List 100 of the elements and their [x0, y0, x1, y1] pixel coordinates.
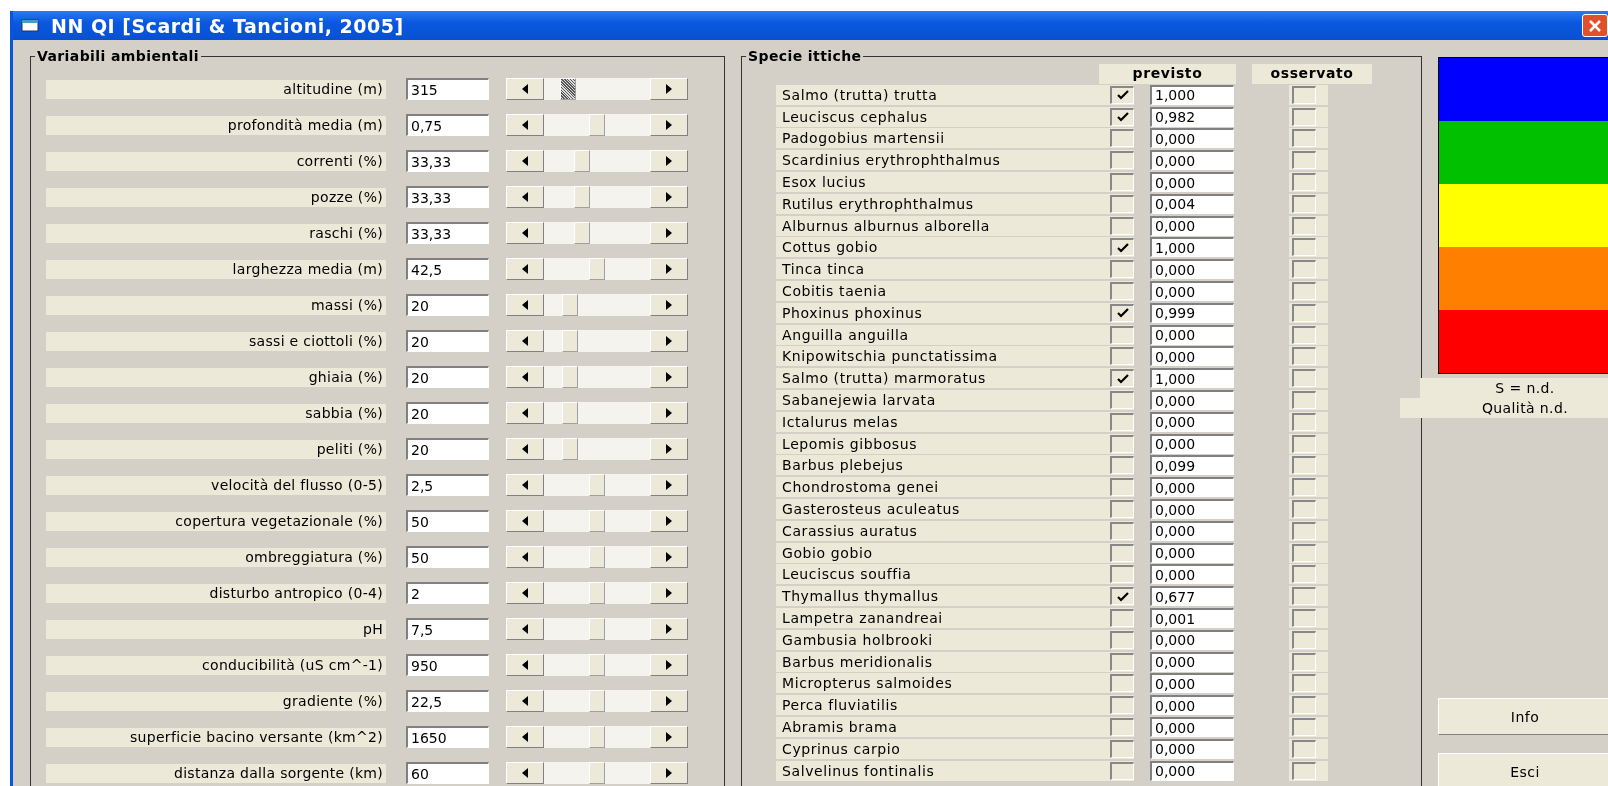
- probability-field[interactable]: 0,000: [1150, 738, 1234, 759]
- value-field[interactable]: 950: [406, 654, 489, 676]
- predicted-checkbox[interactable]: [1110, 718, 1134, 736]
- scroll-thumb[interactable]: [560, 78, 577, 100]
- scroll-right-button[interactable]: [650, 582, 688, 604]
- predicted-checkbox[interactable]: [1110, 260, 1134, 279]
- observed-checkbox[interactable]: [1292, 543, 1316, 562]
- scroll-bar[interactable]: [506, 150, 688, 172]
- observed-checkbox[interactable]: [1292, 107, 1316, 126]
- observed-checkbox[interactable]: [1292, 674, 1316, 693]
- scroll-thumb[interactable]: [589, 654, 605, 676]
- scroll-right-button[interactable]: [650, 618, 688, 640]
- scroll-bar[interactable]: [506, 510, 688, 532]
- value-field[interactable]: 20: [406, 366, 489, 388]
- predicted-checkbox[interactable]: [1110, 521, 1134, 540]
- scroll-thumb[interactable]: [589, 690, 605, 712]
- scroll-right-button[interactable]: [650, 474, 688, 496]
- probability-field[interactable]: 0,000: [1150, 281, 1234, 302]
- probability-field[interactable]: 1,000: [1150, 237, 1234, 258]
- scroll-bar[interactable]: [506, 186, 688, 208]
- observed-checkbox[interactable]: [1292, 412, 1316, 431]
- probability-field[interactable]: 0,000: [1150, 128, 1234, 149]
- predicted-checkbox[interactable]: [1110, 761, 1134, 780]
- probability-field[interactable]: 1,000: [1150, 368, 1234, 389]
- scroll-bar[interactable]: [506, 690, 688, 712]
- observed-checkbox[interactable]: [1292, 369, 1316, 388]
- scroll-right-button[interactable]: [650, 186, 688, 208]
- scroll-right-button[interactable]: [650, 438, 688, 460]
- scroll-left-button[interactable]: [506, 222, 544, 244]
- scroll-left-button[interactable]: [506, 294, 544, 316]
- scroll-thumb[interactable]: [562, 402, 578, 424]
- probability-field[interactable]: 0,000: [1150, 629, 1234, 650]
- scroll-bar[interactable]: [506, 762, 688, 784]
- value-field[interactable]: 33,33: [406, 222, 489, 244]
- scroll-left-button[interactable]: [506, 366, 544, 388]
- scroll-bar[interactable]: [506, 78, 688, 100]
- observed-checkbox[interactable]: [1292, 194, 1316, 213]
- value-field[interactable]: 315: [406, 78, 489, 100]
- scroll-bar[interactable]: [506, 618, 688, 640]
- scroll-right-button[interactable]: [650, 258, 688, 280]
- scroll-right-button[interactable]: [650, 402, 688, 424]
- predicted-checkbox[interactable]: [1110, 456, 1134, 475]
- observed-checkbox[interactable]: [1292, 173, 1316, 192]
- probability-field[interactable]: 0,000: [1150, 215, 1234, 236]
- value-field[interactable]: 22,5: [406, 690, 489, 712]
- scroll-thumb[interactable]: [589, 726, 605, 748]
- value-field[interactable]: 2,5: [406, 474, 489, 496]
- predicted-checkbox[interactable]: [1110, 303, 1134, 322]
- predicted-checkbox[interactable]: [1110, 500, 1134, 519]
- value-field[interactable]: 20: [406, 294, 489, 316]
- scroll-bar[interactable]: [506, 582, 688, 604]
- predicted-checkbox[interactable]: [1110, 369, 1134, 388]
- observed-checkbox[interactable]: [1292, 129, 1316, 148]
- scroll-bar[interactable]: [506, 366, 688, 388]
- predicted-checkbox[interactable]: [1110, 194, 1134, 213]
- scroll-thumb[interactable]: [589, 582, 605, 604]
- scroll-thumb[interactable]: [589, 546, 605, 568]
- scroll-thumb[interactable]: [589, 618, 605, 640]
- scroll-bar[interactable]: [506, 438, 688, 460]
- observed-checkbox[interactable]: [1292, 609, 1316, 627]
- scroll-right-button[interactable]: [650, 222, 688, 244]
- probability-field[interactable]: 0,677: [1150, 586, 1234, 607]
- predicted-checkbox[interactable]: [1110, 151, 1134, 170]
- value-field[interactable]: 60: [406, 762, 489, 784]
- probability-field[interactable]: 0,000: [1150, 324, 1234, 345]
- probability-field[interactable]: 0,982: [1150, 106, 1234, 127]
- observed-checkbox[interactable]: [1292, 347, 1316, 366]
- predicted-checkbox[interactable]: [1110, 412, 1134, 431]
- scroll-right-button[interactable]: [650, 726, 688, 748]
- scroll-right-button[interactable]: [650, 114, 688, 136]
- probability-field[interactable]: 0,000: [1150, 695, 1234, 716]
- scroll-bar[interactable]: [506, 546, 688, 568]
- observed-checkbox[interactable]: [1292, 282, 1316, 301]
- observed-checkbox[interactable]: [1292, 85, 1316, 104]
- scroll-left-button[interactable]: [506, 582, 544, 604]
- value-field[interactable]: 50: [406, 510, 489, 532]
- scroll-left-button[interactable]: [506, 150, 544, 172]
- scroll-left-button[interactable]: [506, 546, 544, 568]
- predicted-checkbox[interactable]: [1110, 282, 1134, 301]
- probability-field[interactable]: 0,000: [1150, 346, 1234, 367]
- scroll-bar[interactable]: [506, 258, 688, 280]
- predicted-checkbox[interactable]: [1110, 107, 1134, 126]
- scroll-left-button[interactable]: [506, 762, 544, 784]
- value-field[interactable]: 50: [406, 546, 489, 568]
- scroll-left-button[interactable]: [506, 114, 544, 136]
- scroll-thumb[interactable]: [562, 366, 578, 388]
- scroll-right-button[interactable]: [650, 330, 688, 352]
- scroll-left-button[interactable]: [506, 186, 544, 208]
- observed-checkbox[interactable]: [1292, 761, 1316, 780]
- predicted-checkbox[interactable]: [1110, 173, 1134, 192]
- observed-checkbox[interactable]: [1292, 718, 1316, 736]
- scroll-right-button[interactable]: [650, 546, 688, 568]
- observed-checkbox[interactable]: [1292, 216, 1316, 235]
- probability-field[interactable]: 1,000: [1150, 84, 1234, 105]
- probability-field[interactable]: 0,099: [1150, 455, 1234, 476]
- exit-button[interactable]: Esci: [1438, 753, 1608, 786]
- scroll-thumb[interactable]: [589, 258, 605, 280]
- predicted-checkbox[interactable]: [1110, 630, 1134, 649]
- scroll-bar[interactable]: [506, 402, 688, 424]
- predicted-checkbox[interactable]: [1110, 478, 1134, 497]
